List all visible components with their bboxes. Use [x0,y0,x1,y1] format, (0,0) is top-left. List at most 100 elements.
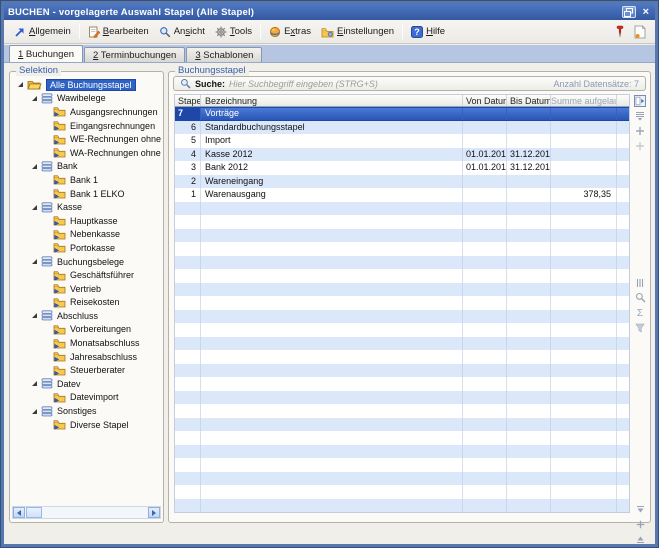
table-row-empty[interactable] [175,337,629,351]
menu-item-einstellungen[interactable]: Einstellungen [316,24,399,40]
tree-item-diverse-stapel[interactable]: Diverse Stapel [12,418,161,432]
expander-icon[interactable] [32,205,37,210]
tree-item-eingangsrechnungen[interactable]: Eingangsrechnungen [12,119,161,133]
table-row[interactable]: 1Warenausgang378,35 [175,188,629,202]
table-row[interactable]: 7Vorträge [175,107,629,121]
search-input[interactable] [229,79,549,89]
menu-item-extras[interactable]: Extras [264,24,316,40]
column-header-von-datum[interactable]: Von Datum [463,95,507,106]
tree-horizontal-scrollbar[interactable] [12,506,161,519]
vertical-bars-button[interactable] [631,276,649,290]
plus-down-button[interactable] [631,139,649,153]
table-row-empty[interactable] [175,242,629,256]
expander-icon[interactable] [32,313,37,318]
tree-item-nebenkasse[interactable]: Nebenkasse [12,228,161,242]
expander-icon[interactable] [32,164,37,169]
column-header-bis-datum[interactable]: Bis Datum [507,95,551,106]
tree-item-datev[interactable]: Datev [12,377,161,391]
tree-item-we-rechnungen-ohne-wawi[interactable]: WE-Rechnungen ohne Wawi [12,132,161,146]
column-header-summe-aufgelaufen[interactable]: Summe aufgelaufen [551,95,617,106]
note-button[interactable] [634,25,646,39]
sum-button[interactable]: Σ [631,306,649,320]
triangle-down-button[interactable] [631,503,649,517]
table-row-empty[interactable] [175,485,629,499]
table-row-empty[interactable] [175,256,629,270]
table-row-empty[interactable] [175,350,629,364]
scrollbar-thumb[interactable] [26,507,42,518]
tree-item-root[interactable]: Alle Buchungsstapel [12,78,161,92]
tree-item-hauptkasse[interactable]: Hauptkasse [12,214,161,228]
tree-item-datevimport[interactable]: Datevimport [12,391,161,405]
tree-item-ausgangsrechnungen[interactable]: Ausgangsrechnungen [12,105,161,119]
table-row-empty[interactable] [175,323,629,337]
tree-item-vertrieb[interactable]: Vertrieb [12,282,161,296]
column-chooser-button[interactable] [631,94,649,108]
table-row-empty[interactable] [175,418,629,432]
table-row-empty[interactable] [175,458,629,472]
tree-item-steuerberater[interactable]: Steuerberater [12,363,161,377]
expander-icon[interactable] [18,82,23,87]
table-row-empty[interactable] [175,364,629,378]
tree-item-kasse[interactable]: Kasse [12,200,161,214]
tab-1-buchungen[interactable]: 1 Buchungen [9,45,83,62]
tree-item-wawibelege[interactable]: Wawibelege [12,92,161,106]
table-row[interactable]: 3Bank 201201.01.201231.12.2012 [175,161,629,175]
table-row-empty[interactable] [175,310,629,324]
expander-icon[interactable] [32,381,37,386]
scroll-right-button[interactable] [148,507,160,518]
tree-item-bank[interactable]: Bank [12,160,161,174]
table-row-empty[interactable] [175,269,629,283]
tree-item-abschluss[interactable]: Abschluss [12,309,161,323]
tab-2-terminbuchungen[interactable]: 2 Terminbuchungen [84,47,185,62]
table-row-empty[interactable] [175,296,629,310]
tree-item-portokasse[interactable]: Portokasse [12,241,161,255]
magnifier-gray-button[interactable] [631,291,649,305]
scroll-left-button[interactable] [13,507,25,518]
tree-item-jahresabschluss[interactable]: Jahresabschluss [12,350,161,364]
expander-icon[interactable] [32,409,37,414]
tree-item-vorbereitungen[interactable]: Vorbereitungen [12,323,161,337]
triangle-up-button[interactable] [631,533,649,547]
filter-button[interactable] [631,321,649,335]
column-header-bezeichnung[interactable]: Bezeichnung [201,95,463,106]
tree-item-buchungsbelege[interactable]: Buchungsbelege [12,255,161,269]
tree-item-bank-1[interactable]: Bank 1 [12,173,161,187]
table-row[interactable]: 2Wareneingang [175,175,629,189]
tree-item-sonstiges[interactable]: Sonstiges [12,404,161,418]
menu-item-ansicht[interactable]: Ansicht [154,24,210,40]
scrollbar-track[interactable] [42,507,148,518]
expander-icon[interactable] [32,259,37,264]
table-row-empty[interactable] [175,499,629,513]
tree-item-gesch-ftsf-hrer[interactable]: Geschäftsführer [12,268,161,282]
menu-item-allgemein[interactable]: Allgemein [9,24,76,40]
table-row-empty[interactable] [175,377,629,391]
menu-item-bearbeiten[interactable]: Bearbeiten [83,24,154,40]
tree-item-bank-1-elko[interactable]: Bank 1 ELKO [12,187,161,201]
tree-item-reisekosten[interactable]: Reisekosten [12,296,161,310]
tree-item-wa-rechnungen-ohne-wawi[interactable]: WA-Rechnungen ohne Wawi [12,146,161,160]
plus-button[interactable] [631,518,649,532]
table-row-empty[interactable] [175,215,629,229]
table-row-empty[interactable] [175,202,629,216]
menu-item-tools[interactable]: Tools [210,24,257,40]
table-row-empty[interactable] [175,431,629,445]
table-header[interactable]: StapelBezeichnungVon DatumBis DatumSumme… [175,94,629,107]
table-row-empty[interactable] [175,445,629,459]
expander-icon[interactable] [32,96,37,101]
table-row-empty[interactable] [175,229,629,243]
restore-button[interactable] [622,6,636,18]
plus-up-button[interactable] [631,124,649,138]
table-row[interactable]: 4Kasse 201201.01.201231.12.2012 [175,148,629,162]
table-row[interactable]: 6Standardbuchungsstapel [175,121,629,135]
tree-item-monatsabschluss[interactable]: Monatsabschluss [12,336,161,350]
table-row[interactable]: 5Import [175,134,629,148]
close-button[interactable]: × [641,6,651,18]
column-header-stapel[interactable]: Stapel [175,95,201,106]
tab-3-schablonen[interactable]: 3 Schablonen [186,47,262,62]
lines-arrow-button[interactable] [631,109,649,123]
table-row-empty[interactable] [175,404,629,418]
titlebar[interactable]: BUCHEN - vorgelagerte Auswahl Stapel (Al… [4,4,655,20]
table-row-empty[interactable] [175,283,629,297]
menu-item-hilfe[interactable]: ?Hilfe [406,24,450,40]
table-row-empty[interactable] [175,472,629,486]
